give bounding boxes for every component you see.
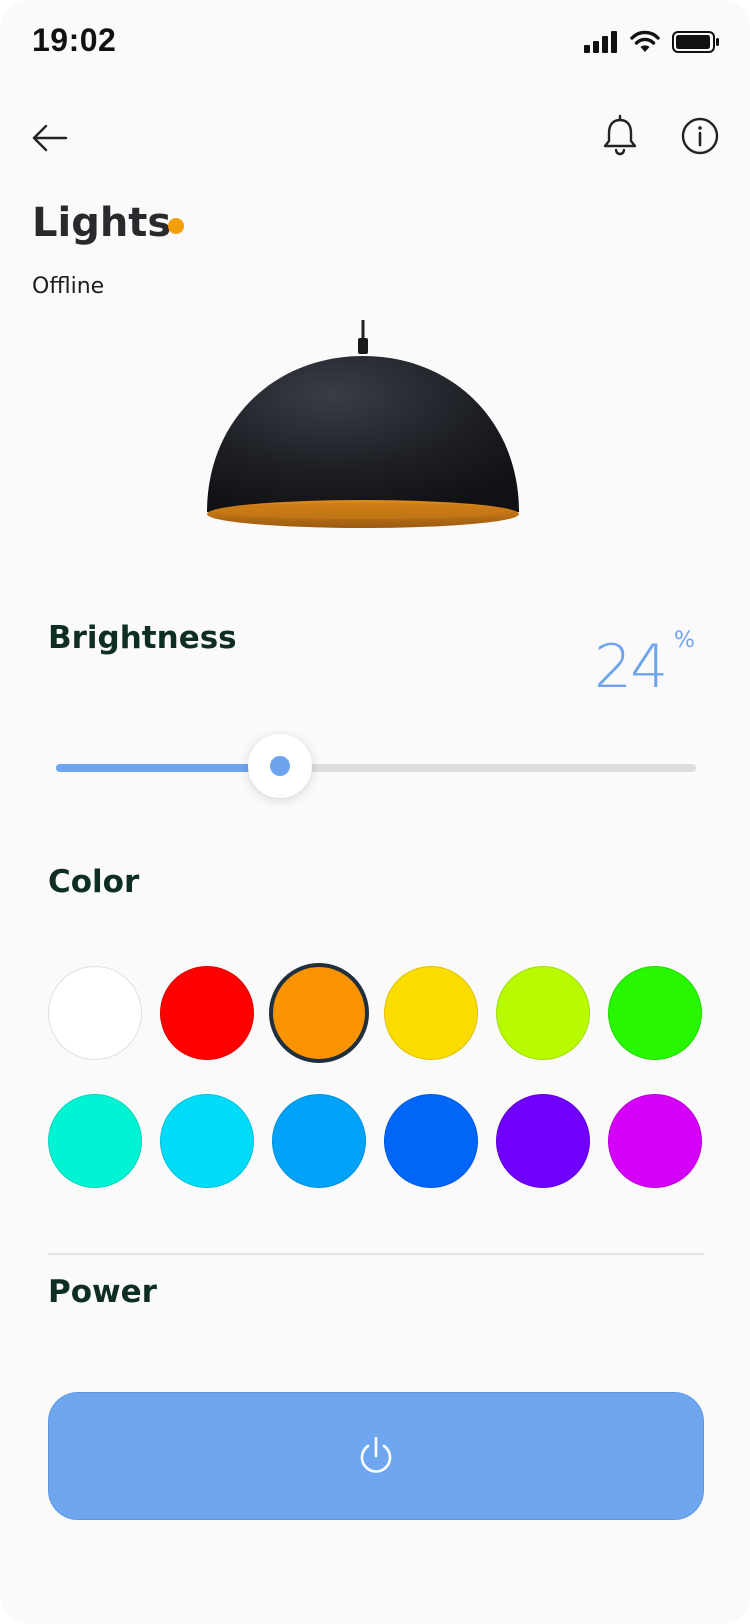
power-icon xyxy=(360,1436,392,1473)
power-button[interactable] xyxy=(48,1392,704,1520)
color-swatch-selected[interactable] xyxy=(269,963,369,1063)
brightness-label: Brightness xyxy=(48,620,237,656)
brightness-unit: % xyxy=(674,628,695,653)
status-icons xyxy=(584,30,720,54)
brightness-slider[interactable] xyxy=(56,734,696,798)
brightness-slider-thumb[interactable] xyxy=(248,734,312,798)
color-swatch[interactable] xyxy=(160,1094,254,1188)
power-label: Power xyxy=(48,1274,157,1310)
color-swatch[interactable] xyxy=(496,1094,590,1188)
cellular-signal-icon xyxy=(584,31,617,53)
color-swatch[interactable] xyxy=(48,966,142,1060)
color-swatch[interactable] xyxy=(48,1094,142,1188)
status-dot xyxy=(168,218,184,234)
notifications-button[interactable] xyxy=(598,114,642,158)
status-time: 19:02 xyxy=(32,22,117,58)
device-status: Offline xyxy=(32,274,105,299)
color-swatch[interactable] xyxy=(608,1094,702,1188)
bell-icon xyxy=(603,114,637,156)
brightness-slider-fill xyxy=(56,764,280,772)
color-swatch[interactable] xyxy=(608,966,702,1060)
lights-screen: 19:02 Lights Offline Brightness 24 % Col… xyxy=(0,0,750,1624)
color-label: Color xyxy=(48,864,140,900)
info-button[interactable] xyxy=(678,114,722,158)
device-title: Lights xyxy=(32,200,172,246)
color-swatch[interactable] xyxy=(384,966,478,1060)
color-swatches xyxy=(48,963,704,1188)
slider-thumb-dot xyxy=(270,756,290,776)
info-circle-icon xyxy=(681,117,719,155)
divider xyxy=(48,1253,704,1255)
brightness-value: 24 xyxy=(594,632,668,702)
pendant-lamp-image xyxy=(207,320,519,528)
arrow-left-icon xyxy=(32,124,68,152)
color-swatch[interactable] xyxy=(160,966,254,1060)
battery-icon xyxy=(672,31,719,53)
color-swatch[interactable] xyxy=(384,1094,478,1188)
wifi-icon xyxy=(630,30,660,52)
color-swatch[interactable] xyxy=(272,1094,366,1188)
color-swatch[interactable] xyxy=(496,966,590,1060)
back-button[interactable] xyxy=(28,116,72,160)
